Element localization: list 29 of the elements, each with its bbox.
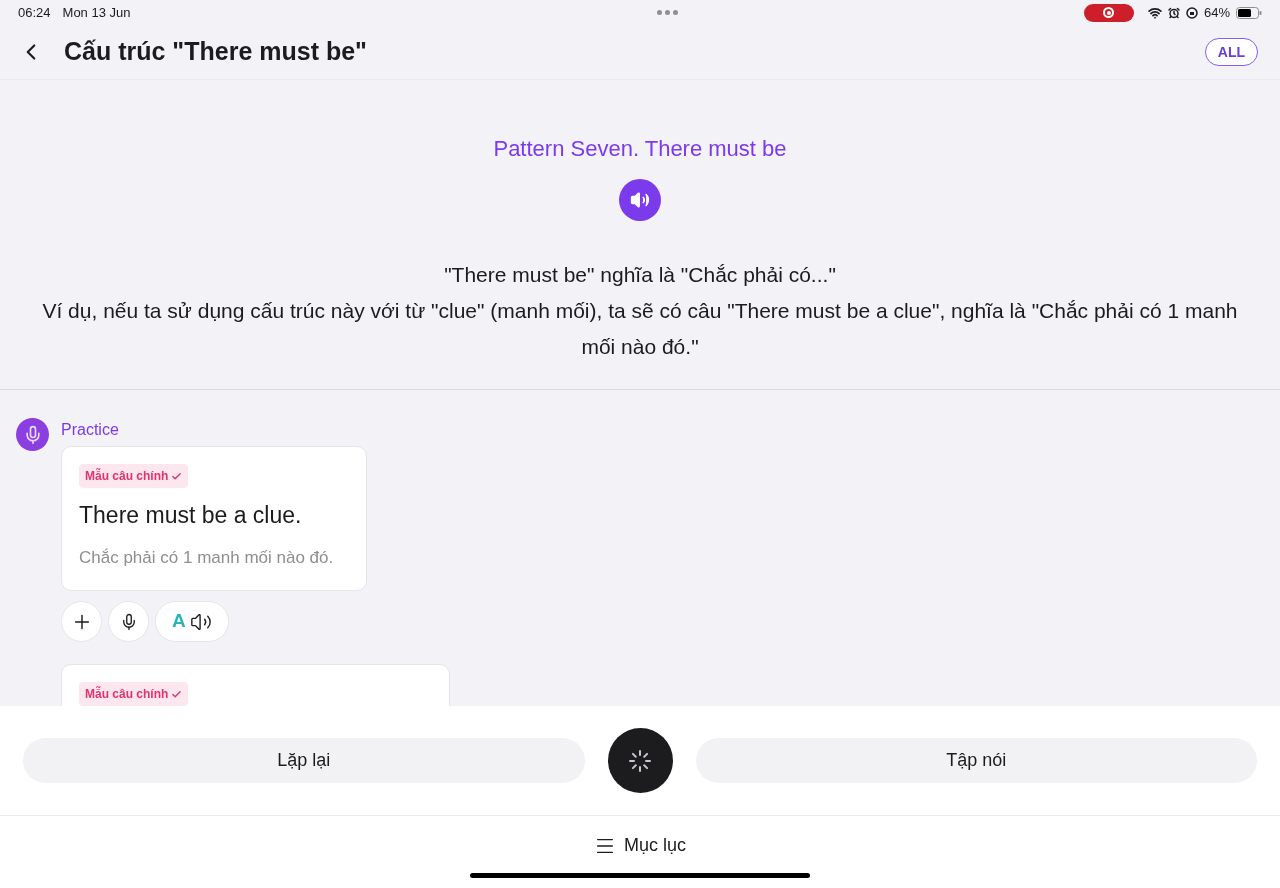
check-icon — [171, 470, 183, 482]
speaker-icon — [630, 190, 650, 210]
spinner-icon — [628, 748, 652, 773]
repeat-button[interactable]: Lặp lại — [23, 738, 585, 783]
description-text: Ví dụ, nếu ta sử dụng cấu trúc này với từ "clue" (manh mối), ta sẽ có câu "There must be a clue", nghĩa là "Chắc phải có 1 manh mối nào đó." — [41, 298, 1239, 360]
practice-avatar — [16, 418, 49, 451]
practice-label: Practice — [61, 420, 120, 440]
battery-icon — [1236, 6, 1262, 19]
wifi-icon — [1147, 5, 1162, 20]
add-button[interactable] — [61, 601, 102, 642]
tag-label: Mẫu câu chính — [79, 464, 189, 488]
translation-text: Chắc phải có 1 manh mối nào đó. — [79, 546, 335, 569]
rotation-lock-icon — [1185, 6, 1198, 19]
more-dots-icon — [656, 10, 678, 15]
sentence-text: There must be a clue. — [79, 501, 303, 530]
play-audio-button[interactable] — [619, 179, 661, 221]
all-button[interactable]: ALL — [1204, 38, 1258, 66]
record-button[interactable] — [108, 601, 149, 642]
battery-percent: 64% — [1203, 3, 1230, 22]
check-icon — [171, 688, 183, 700]
table-of-contents-button[interactable]: Mục lục — [594, 832, 686, 859]
status-time: 06:24 — [18, 3, 51, 22]
tag-label: Mẫu câu chính — [79, 682, 189, 706]
speak-button[interactable]: Tập nói — [695, 738, 1257, 783]
alarm-icon — [1167, 6, 1180, 19]
page-title: Cấu trúc "There must be" — [64, 36, 367, 68]
status-date: Mon 13 Jun — [62, 3, 131, 22]
description-text: "There must be" nghĩa là "Chắc phải có..." — [444, 262, 836, 288]
pattern-title: Pattern Seven. There must be — [493, 135, 787, 163]
